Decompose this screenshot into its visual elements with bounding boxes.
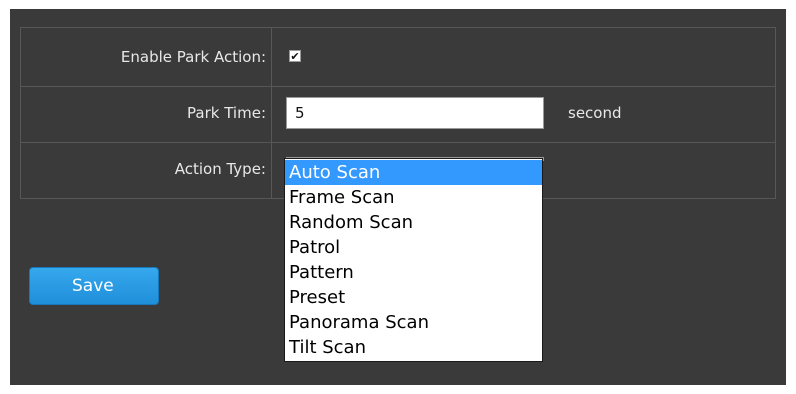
dropdown-option-random-scan[interactable]: Random Scan xyxy=(285,210,542,235)
dropdown-option-preset[interactable]: Preset xyxy=(285,285,542,310)
park-time-input[interactable]: 5 xyxy=(286,97,544,129)
enable-park-action-checkbox[interactable]: ✔ xyxy=(289,50,301,62)
action-type-dropdown-list: Auto Scan Frame Scan Random Scan Patrol … xyxy=(284,158,543,362)
dropdown-option-panorama-scan[interactable]: Panorama Scan xyxy=(285,310,542,335)
enable-park-action-row: Enable Park Action: ✔ xyxy=(21,28,775,87)
park-time-row: Park Time: 5 second xyxy=(21,87,775,143)
enable-park-action-label: Enable Park Action: xyxy=(120,48,266,66)
dropdown-option-patrol[interactable]: Patrol xyxy=(285,235,542,260)
park-time-unit: second xyxy=(568,104,622,122)
dropdown-option-tilt-scan[interactable]: Tilt Scan xyxy=(285,335,542,360)
dropdown-option-auto-scan[interactable]: Auto Scan xyxy=(285,160,542,185)
action-type-label: Action Type: xyxy=(174,160,266,178)
save-button[interactable]: Save xyxy=(29,267,159,305)
park-time-label: Park Time: xyxy=(187,104,266,122)
dropdown-option-frame-scan[interactable]: Frame Scan xyxy=(285,185,542,210)
dropdown-option-pattern[interactable]: Pattern xyxy=(285,260,542,285)
